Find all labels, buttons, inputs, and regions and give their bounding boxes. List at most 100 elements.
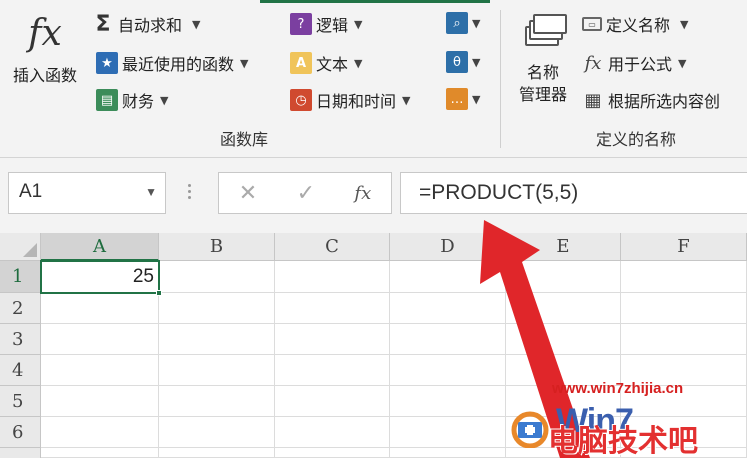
financial-label: 财务 [122, 92, 155, 111]
chevron-down-icon: ▼ [354, 56, 363, 70]
cell-b7[interactable] [159, 448, 275, 458]
autosum-button[interactable]: Σ 自动求和 ▼ [92, 11, 201, 37]
column-header-d[interactable]: D [390, 233, 506, 261]
row-header-4[interactable]: 4 [0, 355, 41, 386]
row-header-6[interactable]: 6 [0, 417, 41, 448]
row-header-2[interactable]: 2 [0, 293, 41, 324]
formula-input[interactable]: =PRODUCT(5,5) [400, 172, 747, 214]
cell-d4[interactable] [390, 355, 506, 386]
cell-d5[interactable] [390, 386, 506, 417]
chevron-down-icon: ▼ [192, 17, 201, 31]
column-header-f[interactable]: F [621, 233, 747, 261]
row-header-1[interactable]: 1 [0, 261, 41, 293]
cell-e2[interactable] [506, 293, 621, 324]
text-label: 文本 [316, 55, 349, 74]
cell-a5[interactable] [41, 386, 159, 417]
row-header-3[interactable]: 3 [0, 324, 41, 355]
cell-b6[interactable] [159, 417, 275, 448]
financial-button[interactable]: ▤ 财务 ▼ [96, 88, 168, 112]
cell-f1[interactable] [621, 261, 747, 293]
chevron-down-icon: ▼ [680, 17, 689, 31]
cell-c7[interactable] [275, 448, 390, 458]
watermark-cn: 电脑技术吧 [548, 424, 698, 459]
function-library-group-label: 函数库 [220, 130, 269, 149]
cell-d1[interactable] [390, 261, 506, 293]
name-box-value: A1 [19, 181, 43, 202]
cell-d7[interactable] [390, 448, 506, 458]
cell-e1[interactable] [506, 261, 621, 293]
text-button[interactable]: A 文本 ▼ [290, 51, 362, 75]
grid-icon: ▦ [584, 89, 602, 111]
cell-c1[interactable] [275, 261, 390, 293]
cell-f3[interactable] [621, 324, 747, 355]
logical-icon: ? [290, 13, 312, 35]
use-in-formula-button[interactable]: fx 用于公式 ▼ [582, 51, 687, 75]
cell-b2[interactable] [159, 293, 275, 324]
star-icon: ★ [96, 52, 118, 74]
cell-c5[interactable] [275, 386, 390, 417]
group-divider [500, 10, 501, 148]
more-icon: … [446, 88, 468, 110]
chevron-down-icon: ▼ [472, 16, 481, 30]
chevron-down-icon: ▼ [472, 55, 481, 69]
name-manager-button[interactable]: 名称 管理器 [510, 10, 576, 106]
chevron-down-icon[interactable]: ▼ [145, 185, 157, 199]
check-icon[interactable]: ✓ [297, 181, 315, 206]
drag-handle[interactable] [188, 184, 192, 204]
cell-a1[interactable]: 25 [40, 260, 160, 294]
cell-c3[interactable] [275, 324, 390, 355]
define-name-button[interactable]: ▭ 定义名称 ▼ [582, 12, 688, 36]
cell-a6[interactable] [41, 417, 159, 448]
lookup-button[interactable]: ⌕ ▼ [446, 12, 480, 34]
text-icon: A [290, 52, 312, 74]
datetime-button[interactable]: ◷ 日期和时间 ▼ [290, 88, 410, 112]
cell-a3[interactable] [41, 324, 159, 355]
sigma-icon: Σ [95, 11, 111, 37]
insert-function-button[interactable]: fx 插入函数 [4, 12, 86, 86]
insert-function-icon[interactable]: fx [354, 183, 371, 204]
formula-buttons: ✕ ✓ fx [218, 172, 392, 214]
use-in-formula-label: 用于公式 [608, 55, 673, 74]
name-manager-label-2: 管理器 [518, 85, 567, 104]
define-name-label: 定义名称 [606, 16, 671, 35]
watermark-url: www.win7zhijia.cn [552, 380, 684, 397]
cell-e3[interactable] [506, 324, 621, 355]
cell-f2[interactable] [621, 293, 747, 324]
active-tab-indicator [260, 0, 490, 3]
chevron-down-icon: ▼ [402, 93, 411, 107]
row-header-5[interactable]: 5 [0, 386, 41, 417]
cell-b5[interactable] [159, 386, 275, 417]
logical-button[interactable]: ? 逻辑 ▼ [290, 12, 362, 36]
column-header-e[interactable]: E [506, 233, 621, 261]
cell-c6[interactable] [275, 417, 390, 448]
fill-handle[interactable] [156, 290, 162, 296]
cell-b4[interactable] [159, 355, 275, 386]
cell-d3[interactable] [390, 324, 506, 355]
cancel-icon[interactable]: ✕ [239, 181, 257, 206]
datetime-label: 日期和时间 [316, 92, 397, 111]
insert-function-label: 插入函数 [12, 66, 77, 85]
theta-icon: θ [446, 51, 468, 73]
recent-functions-button[interactable]: ★ 最近使用的函数 ▼ [96, 51, 248, 75]
autosum-label: 自动求和 [118, 16, 183, 35]
more-functions-button[interactable]: … ▼ [446, 88, 480, 110]
column-header-a[interactable]: A [41, 233, 159, 261]
chevron-down-icon: ▼ [160, 93, 169, 107]
cell-b1[interactable] [159, 261, 275, 293]
cell-d2[interactable] [390, 293, 506, 324]
math-trig-button[interactable]: θ ▼ [446, 51, 480, 73]
column-header-b[interactable]: B [159, 233, 275, 261]
column-header-c[interactable]: C [275, 233, 390, 261]
cell-a2[interactable] [41, 293, 159, 324]
cell-d6[interactable] [390, 417, 506, 448]
name-box[interactable]: A1 ▼ [8, 172, 166, 214]
cell-b3[interactable] [159, 324, 275, 355]
cell-c4[interactable] [275, 355, 390, 386]
create-from-selection-button[interactable]: ▦ 根据所选内容创 [582, 88, 720, 112]
cell-a7[interactable] [41, 448, 159, 458]
cell-c2[interactable] [275, 293, 390, 324]
chevron-down-icon: ▼ [354, 17, 363, 31]
select-all-button[interactable] [0, 233, 41, 261]
cell-a4[interactable] [41, 355, 159, 386]
row-header-7[interactable] [0, 448, 41, 458]
